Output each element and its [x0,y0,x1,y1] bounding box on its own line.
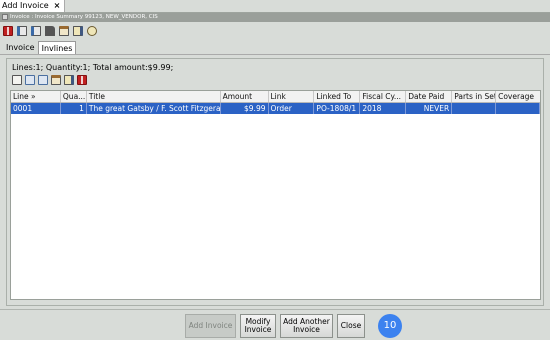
book-icon[interactable] [3,26,13,36]
column-header-date-paid[interactable]: Date Paid [406,91,453,102]
edit-line-icon[interactable] [64,75,74,85]
column-header-title[interactable]: Title [87,91,221,102]
column-header-link[interactable]: Link [269,91,315,102]
grid-toolbar [12,75,87,85]
step-badge: 10 [378,314,402,338]
invoice-lines-table: Line » Qua... Title Amount Link Linked T… [10,90,541,300]
cell-coverage [496,103,540,114]
cell-quantity: 1 [61,103,87,114]
main-toolbar [3,26,97,36]
table-row[interactable]: 0001 1 The great Gatsby / F. Scott Fitzg… [11,103,540,114]
window-tab-title: Add Invoice [2,1,49,10]
modify-invoice-button[interactable]: Modify Invoice [240,314,276,338]
breadcrumb: Invoice : Invoice Summary 99123, NEW_VEN… [0,13,550,22]
column-header-amount[interactable]: Amount [221,91,269,102]
column-header-fiscal-cycle[interactable]: Fiscal Cy... [360,91,407,102]
close-label: Close [340,321,362,330]
divider [0,54,550,55]
cell-parts-in-set [452,103,497,114]
cell-date-paid: NEVER [406,103,453,114]
add-invoice-button[interactable]: Add Invoice [185,314,236,338]
settings-icon[interactable] [87,26,97,36]
move-line-icon[interactable] [25,75,35,85]
book-line-icon[interactable] [77,75,87,85]
breadcrumb-text: Invoice : Invoice Summary 99123, NEW_VEN… [10,14,158,20]
calendar-icon[interactable] [59,26,69,36]
cell-amount: $9.99 [221,103,269,114]
add-another-invoice-button[interactable]: Add Another Invoice [280,314,333,338]
close-tab-icon[interactable]: × [54,1,61,10]
close-button[interactable]: Close [337,314,365,338]
page-icon [2,13,8,20]
document-copy-icon[interactable] [31,26,41,36]
column-header-parts-in-set[interactable]: Parts in Set [452,91,497,102]
tab-invlines[interactable]: Invlines [37,41,77,55]
edit-icon[interactable] [73,26,83,36]
cell-linked-to: PO-1808/1 [314,103,361,114]
add-invoice-label: Add Invoice [188,321,233,330]
add-another-invoice-label: Add Another Invoice [283,317,330,334]
cell-title: The great Gatsby / F. Scott Fitzgerald [88,103,221,114]
tab-bar: Invoice Invlines [3,41,77,55]
cell-link: Order [269,103,315,114]
modify-invoice-label: Modify Invoice [244,317,272,334]
column-header-linked-to[interactable]: Linked To [314,91,361,102]
table-header: Line » Qua... Title Amount Link Linked T… [11,91,540,103]
tab-invoice[interactable]: Invoice [3,41,38,55]
divider [0,309,550,310]
copy-line-icon[interactable] [38,75,48,85]
document-stack-icon[interactable] [17,26,27,36]
column-header-line[interactable]: Line » [11,91,61,102]
column-header-quantity[interactable]: Qua... [61,91,87,102]
cell-line: 0001 [11,103,61,114]
flag-icon[interactable] [45,26,55,36]
new-line-icon[interactable] [12,75,22,85]
column-header-coverage[interactable]: Coverage [496,91,540,102]
calendar-line-icon[interactable] [51,75,61,85]
window-tab[interactable]: Add Invoice × [0,0,66,12]
cell-fiscal-cycle: 2018 [360,103,407,114]
lines-summary: Lines:1; Quantity:1; Total amount:$9.99; [12,63,174,72]
